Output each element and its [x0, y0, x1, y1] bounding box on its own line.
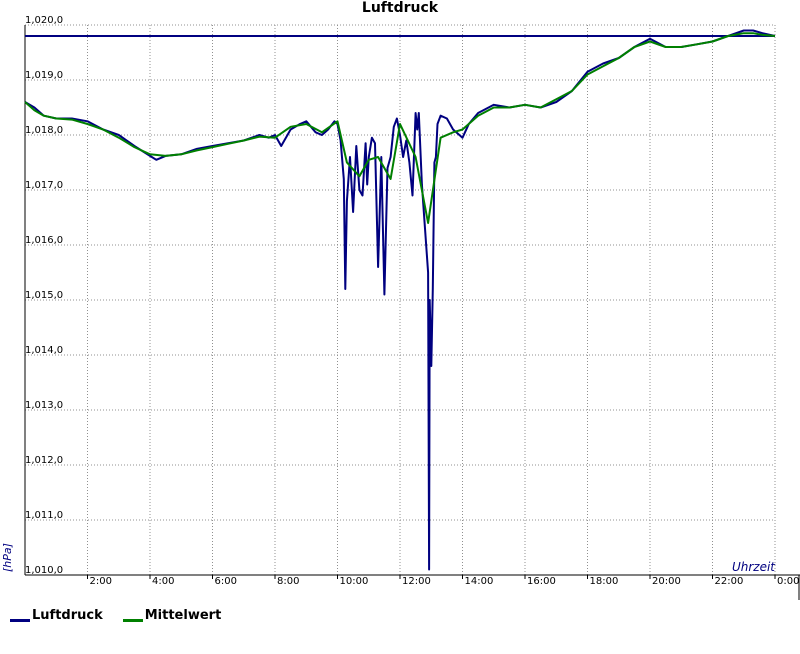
y-tick-label: 1,014,0	[25, 345, 63, 356]
legend-swatch-mittelwert	[122, 619, 143, 622]
y-tick-label: 1,015,0	[25, 290, 63, 301]
x-tick-label: 12:00	[402, 576, 431, 587]
y-tick-label: 1,019,0	[25, 70, 63, 81]
x-tick-label: 16:00	[527, 576, 556, 587]
x-tick-label: 8:00	[277, 576, 299, 587]
legend-label-luftdruck: Luftdruck	[32, 608, 103, 623]
legend: Luftdruck Mittelwert	[10, 608, 221, 623]
x-tick-label: 10:00	[340, 576, 369, 587]
legend-item-mittelwert: Mittelwert	[122, 608, 222, 623]
x-tick-label: 20:00	[652, 576, 681, 587]
y-tick-label: 1,017,0	[25, 180, 63, 191]
chart-title: Luftdruck	[361, 0, 439, 16]
y-tick-label: 1,012,0	[25, 455, 63, 466]
x-axis-label: Uhrzeit	[732, 560, 776, 574]
y-tick-label: 1,016,0	[25, 235, 63, 246]
legend-swatch-luftdruck	[10, 619, 30, 622]
x-tick-label: 0:00	[777, 576, 799, 587]
y-tick-label: 1,013,0	[25, 400, 63, 411]
x-tick-label: 2:00	[90, 576, 112, 587]
y-axis-label: [hPa]	[1, 543, 14, 572]
chart: Luftdruck 1,010,0 1,011,0 1,012,0 1,013,0 1,…	[0, 0, 800, 650]
y-tick-label: 1,018,0	[25, 125, 63, 136]
x-tick-label: 18:00	[590, 576, 619, 587]
legend-label-mittelwert: Mittelwert	[144, 608, 222, 623]
x-tick-label: 4:00	[152, 576, 174, 587]
x-tick-label: 14:00	[465, 576, 494, 587]
legend-item-luftdruck: Luftdruck	[10, 608, 103, 623]
y-tick-label: 1,011,0	[25, 510, 63, 521]
x-tick-label: 22:00	[715, 576, 744, 587]
y-tick-label: 1,020,0	[25, 15, 63, 26]
y-tick-label: 1,010,0	[25, 565, 63, 576]
chart-svg: 1,010,0 1,011,0 1,012,0 1,013,0 1,014,0 1,015…	[1, 15, 800, 600]
x-tick-label: 6:00	[215, 576, 237, 587]
